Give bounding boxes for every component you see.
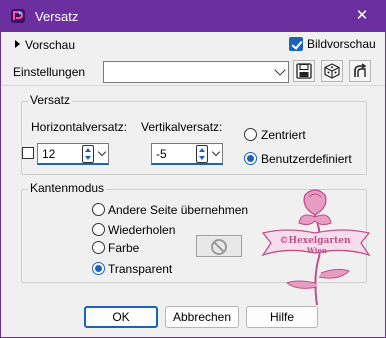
radio-transparent[interactable] (92, 262, 105, 275)
title-bar: Versatz ✕ (1, 1, 385, 32)
updown-icon[interactable] (82, 145, 94, 163)
radio-wrap[interactable] (92, 203, 105, 216)
radio-centered[interactable] (244, 128, 257, 141)
floppy-disk-icon (296, 63, 312, 79)
radio-custom[interactable] (244, 152, 257, 165)
radio-centered-label: Zentriert (261, 128, 306, 142)
window-title: Versatz (35, 9, 79, 24)
updown-icon[interactable] (196, 145, 208, 163)
chevron-down-icon[interactable] (97, 147, 107, 157)
watermark-line1: ©Hexelgarten (279, 236, 350, 246)
help-button[interactable]: Hilfe (246, 306, 318, 328)
offset-legend: Versatz (28, 93, 73, 107)
save-preset-button[interactable] (293, 60, 315, 82)
radio-color-label: Farbe (108, 241, 140, 255)
horizontal-offset-label: Horizontalversatz: (31, 120, 128, 134)
close-button[interactable]: ✕ (339, 1, 385, 32)
vertical-offset-label: Vertikalversatz: (141, 120, 223, 134)
ok-button[interactable]: OK (84, 306, 158, 328)
radio-transparent-label: Transparent (108, 262, 173, 276)
settings-label: Einstellungen (13, 65, 86, 79)
reset-icon (354, 63, 367, 77)
horizontal-offset-spinner[interactable]: 12 (37, 143, 109, 165)
radio-repeat-label: Wiederholen (108, 223, 176, 237)
link-checkbox[interactable] (22, 147, 34, 159)
preview-label: Vorschau (25, 38, 76, 52)
app-icon (11, 9, 25, 23)
dice-icon (324, 63, 340, 79)
no-color-icon (211, 239, 227, 255)
image-preview-checkbox[interactable] (289, 37, 303, 51)
chevron-down-icon (274, 64, 286, 76)
radio-custom-label: Benutzerdefiniert (261, 152, 352, 166)
vertical-offset-spinner[interactable]: -5 (151, 143, 223, 165)
settings-combobox[interactable] (103, 61, 289, 83)
radio-repeat[interactable] (92, 223, 105, 236)
watermark-line2: Wien (306, 246, 327, 255)
chevron-down-icon[interactable] (211, 147, 221, 157)
edge-mode-legend: Kantenmodus (28, 181, 107, 195)
hexelgarten-watermark: ©Hexelgarten Wien (261, 189, 371, 306)
vertical-offset-value: -5 (156, 147, 167, 161)
horizontal-offset-value: 12 (42, 147, 56, 161)
divider (1, 85, 385, 86)
dialog-window: Versatz ✕ Vorschau Bildvorschau Einstell… (0, 0, 386, 338)
image-preview-label: Bildvorschau (307, 37, 376, 51)
radio-wrap-label: Andere Seite übernehmen (108, 203, 249, 217)
reset-button[interactable] (349, 60, 371, 82)
chevron-right-icon (15, 40, 20, 48)
cancel-button[interactable]: Abbrechen (165, 306, 239, 328)
randomize-button[interactable] (321, 60, 343, 82)
edge-color-swatch[interactable] (196, 235, 242, 257)
radio-color[interactable] (92, 241, 105, 254)
